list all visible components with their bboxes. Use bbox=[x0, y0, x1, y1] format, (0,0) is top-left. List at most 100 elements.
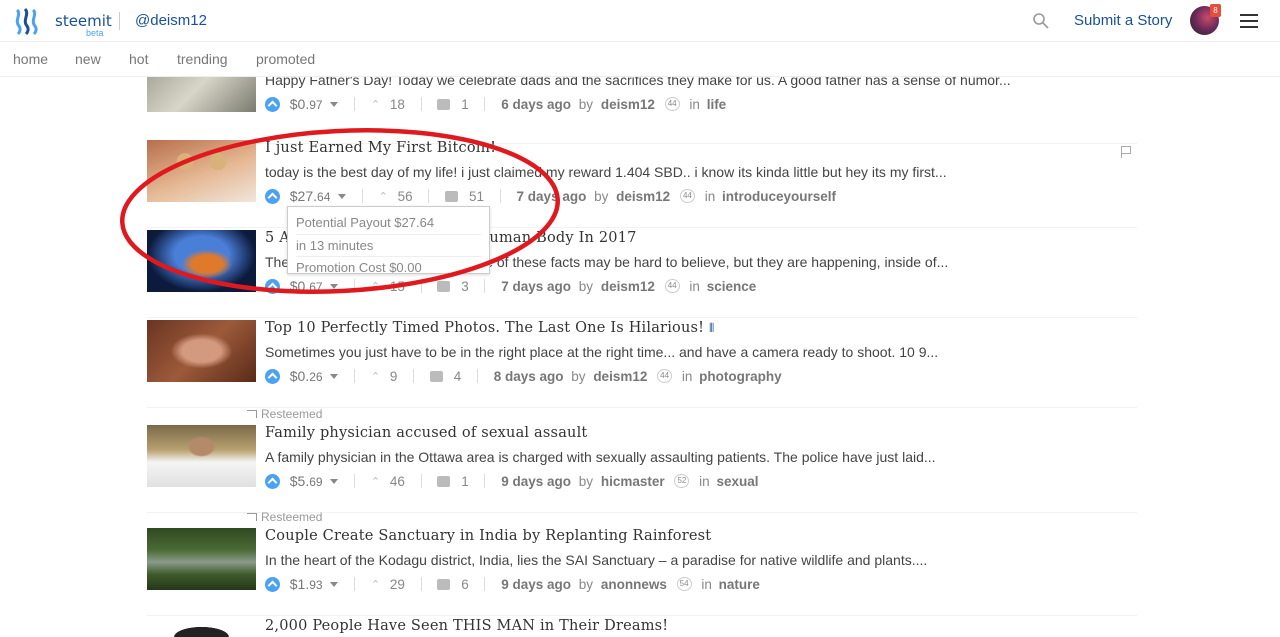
submit-story-link[interactable]: Submit a Story bbox=[1074, 12, 1172, 29]
post-thumbnail[interactable] bbox=[147, 140, 256, 202]
post-title[interactable]: 2,000 People Have Seen THIS MAN in Their… bbox=[265, 618, 668, 634]
category-link[interactable]: nature bbox=[719, 577, 760, 592]
chevron-down-icon[interactable] bbox=[330, 373, 339, 379]
payout-value[interactable]: $0.97 bbox=[290, 96, 323, 112]
post-excerpt[interactable]: today is the best day of my life! i just… bbox=[265, 164, 1025, 180]
comment-count[interactable]: 4 bbox=[454, 369, 462, 384]
vote-count[interactable]: 56 bbox=[398, 189, 413, 204]
author-link[interactable]: deism12 bbox=[601, 279, 655, 294]
upvote-icon[interactable] bbox=[265, 278, 280, 294]
comment-icon[interactable] bbox=[429, 370, 443, 382]
vote-count[interactable]: 29 bbox=[390, 577, 405, 592]
post-item: Resteemed Couple Create Sanctuary in Ind… bbox=[147, 510, 1147, 616]
comment-count[interactable]: 6 bbox=[461, 577, 469, 592]
chevron-down-icon[interactable] bbox=[330, 283, 339, 289]
hamburger-menu-icon[interactable] bbox=[1240, 14, 1258, 28]
nav-new[interactable]: new bbox=[75, 51, 101, 67]
in-label: in bbox=[699, 473, 710, 489]
post-time[interactable]: 9 days ago bbox=[501, 577, 571, 592]
post-excerpt[interactable]: In the heart of the Kodagu district, Ind… bbox=[265, 552, 1025, 568]
post-time[interactable]: 6 days ago bbox=[501, 97, 571, 112]
post-title[interactable]: Family physician accused of sexual assau… bbox=[265, 425, 587, 441]
vote-count[interactable]: 9 bbox=[390, 369, 398, 384]
vote-count[interactable]: 46 bbox=[390, 474, 405, 489]
chevron-down-icon[interactable] bbox=[338, 193, 347, 199]
comment-icon[interactable] bbox=[445, 190, 459, 202]
post-thumbnail[interactable] bbox=[147, 320, 256, 382]
author-link[interactable]: deism12 bbox=[593, 369, 647, 384]
vote-count-icon: ⌃ bbox=[370, 578, 381, 591]
flag-icon[interactable] bbox=[1121, 146, 1131, 158]
post-title[interactable]: Couple Create Sanctuary in India by Repl… bbox=[265, 528, 711, 544]
post-title[interactable]: Top 10 Perfectly Timed Photos. The Last … bbox=[265, 320, 714, 336]
tooltip-potential-payout: Potential Payout $27.64 bbox=[296, 215, 435, 230]
upvote-icon[interactable] bbox=[265, 473, 280, 489]
by-label: by bbox=[578, 576, 594, 592]
comment-icon[interactable] bbox=[437, 98, 451, 110]
author-link[interactable]: deism12 bbox=[616, 189, 670, 204]
post-item: Resteemed Family physician accused of se… bbox=[147, 407, 1147, 513]
steemit-logo-icon[interactable] bbox=[12, 6, 42, 36]
post-meta: $0.67 ⌃ 15 3 7 days ago by deism12 44 in… bbox=[265, 278, 756, 296]
post-excerpt[interactable]: Sometimes you just have to be in the rig… bbox=[265, 344, 1025, 360]
resteemed-label: Resteemed bbox=[247, 407, 322, 421]
comment-count[interactable]: 1 bbox=[461, 474, 469, 489]
upvote-icon[interactable] bbox=[265, 96, 280, 112]
header-divider bbox=[119, 12, 120, 30]
comment-count[interactable]: 51 bbox=[469, 189, 484, 204]
post-thumbnail[interactable] bbox=[147, 425, 256, 487]
notification-badge: 8 bbox=[1210, 4, 1221, 17]
nav-promoted[interactable]: promoted bbox=[256, 51, 315, 67]
in-label: in bbox=[681, 368, 693, 384]
upvote-icon[interactable] bbox=[265, 576, 280, 592]
nav-trending[interactable]: trending bbox=[177, 51, 228, 67]
payout-value[interactable]: $27.64 bbox=[290, 188, 331, 204]
payout-value[interactable]: $5.69 bbox=[290, 473, 323, 489]
post-item: Top 10 Perfectly Timed Photos. The Last … bbox=[147, 320, 1147, 408]
username-link[interactable]: @deism12 bbox=[135, 12, 207, 29]
by-label: by bbox=[578, 473, 594, 489]
post-time[interactable]: 7 days ago bbox=[501, 279, 571, 294]
post-time[interactable]: 8 days ago bbox=[494, 369, 564, 384]
comment-icon[interactable] bbox=[437, 280, 451, 292]
author-link[interactable]: anonnews bbox=[601, 577, 667, 592]
category-link[interactable]: life bbox=[707, 97, 727, 112]
chevron-down-icon[interactable] bbox=[330, 101, 339, 107]
post-time[interactable]: 7 days ago bbox=[517, 189, 587, 204]
post-thumbnail[interactable] bbox=[147, 617, 256, 637]
payout-tooltip: Potential Payout $27.64 in 13 minutes Pr… bbox=[287, 206, 490, 275]
chevron-down-icon[interactable] bbox=[330, 478, 339, 484]
category-link[interactable]: sexual bbox=[716, 474, 758, 489]
payout-value[interactable]: $0.67 bbox=[290, 278, 323, 294]
upvote-icon[interactable] bbox=[265, 368, 280, 384]
category-link[interactable]: photography bbox=[699, 369, 782, 384]
comment-count[interactable]: 3 bbox=[461, 279, 469, 294]
post-excerpt[interactable]: A family physician in the Ottawa area is… bbox=[265, 449, 1025, 465]
resteem-icon bbox=[247, 513, 257, 521]
reputation-badge: 44 bbox=[657, 369, 673, 384]
reputation-badge: 44 bbox=[679, 189, 695, 204]
chevron-down-icon[interactable] bbox=[330, 581, 339, 587]
nav-hot[interactable]: hot bbox=[129, 51, 148, 67]
payout-value[interactable]: $1.93 bbox=[290, 576, 323, 592]
vote-count[interactable]: 18 bbox=[390, 97, 405, 112]
comment-count[interactable]: 1 bbox=[461, 97, 469, 112]
steem-icon: ⦀ bbox=[708, 321, 715, 335]
search-icon[interactable] bbox=[1032, 12, 1050, 30]
upvote-icon[interactable] bbox=[265, 188, 280, 204]
post-thumbnail[interactable] bbox=[147, 528, 256, 590]
category-link[interactable]: science bbox=[707, 279, 757, 294]
payout-value[interactable]: $0.26 bbox=[290, 368, 323, 384]
author-link[interactable]: hicmaster bbox=[601, 474, 665, 489]
post-time[interactable]: 9 days ago bbox=[501, 474, 571, 489]
post-thumbnail[interactable] bbox=[147, 230, 256, 292]
category-link[interactable]: introduceyourself bbox=[722, 189, 836, 204]
vote-count-icon: ⌃ bbox=[370, 370, 381, 383]
post-title[interactable]: I just Earned My First Bitcoin! bbox=[265, 140, 496, 156]
in-label: in bbox=[701, 576, 712, 592]
comment-icon[interactable] bbox=[437, 475, 451, 487]
comment-icon[interactable] bbox=[437, 578, 451, 590]
vote-count[interactable]: 15 bbox=[390, 279, 405, 294]
author-link[interactable]: deism12 bbox=[601, 97, 655, 112]
nav-home[interactable]: home bbox=[13, 51, 48, 67]
